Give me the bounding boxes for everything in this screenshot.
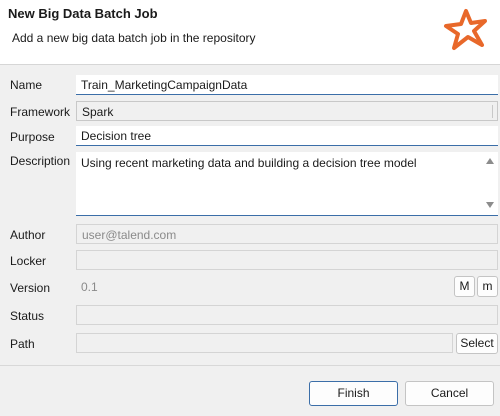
major-version-button[interactable]: M (454, 276, 475, 297)
finish-button[interactable]: Finish (309, 381, 398, 406)
scroll-down-icon[interactable] (486, 202, 494, 208)
description-textarea[interactable]: Using recent marketing data and building… (76, 152, 498, 216)
name-label: Name (10, 78, 43, 92)
dialog-footer: Finish Cancel (0, 365, 500, 416)
purpose-input[interactable]: Decision tree (76, 126, 498, 146)
description-label: Description (10, 154, 71, 168)
framework-label: Framework (10, 105, 71, 119)
name-input[interactable]: Train_MarketingCampaignData (76, 75, 498, 95)
scroll-up-icon[interactable] (486, 158, 494, 164)
author-field: user@talend.com (76, 224, 498, 244)
dialog-title: New Big Data Batch Job (8, 6, 158, 21)
version-field: 0.1 (81, 280, 98, 294)
locker-label: Locker (10, 254, 47, 268)
job-properties-form: Name Train_MarketingCampaignData Framewo… (0, 65, 500, 365)
framework-divider (492, 105, 493, 118)
dialog-description: Add a new big data batch job in the repo… (12, 31, 256, 45)
status-label: Status (10, 309, 45, 323)
framework-value: Spark (82, 105, 114, 119)
status-field (76, 305, 498, 325)
description-text: Using recent marketing data and building… (81, 156, 417, 170)
cancel-button[interactable]: Cancel (405, 381, 494, 406)
minor-version-button[interactable]: m (477, 276, 498, 297)
path-field (76, 333, 453, 353)
purpose-label: Purpose (10, 130, 55, 144)
talend-star-icon (444, 9, 487, 50)
dialog-header: New Big Data Batch Job Add a new big dat… (0, 0, 500, 65)
description-scrollbar[interactable] (482, 152, 498, 214)
framework-field[interactable]: Spark (76, 101, 498, 121)
path-label: Path (10, 337, 35, 351)
locker-field (76, 250, 498, 270)
version-label: Version (10, 281, 51, 295)
author-label: Author (10, 228, 46, 242)
select-path-button[interactable]: Select (456, 333, 498, 354)
